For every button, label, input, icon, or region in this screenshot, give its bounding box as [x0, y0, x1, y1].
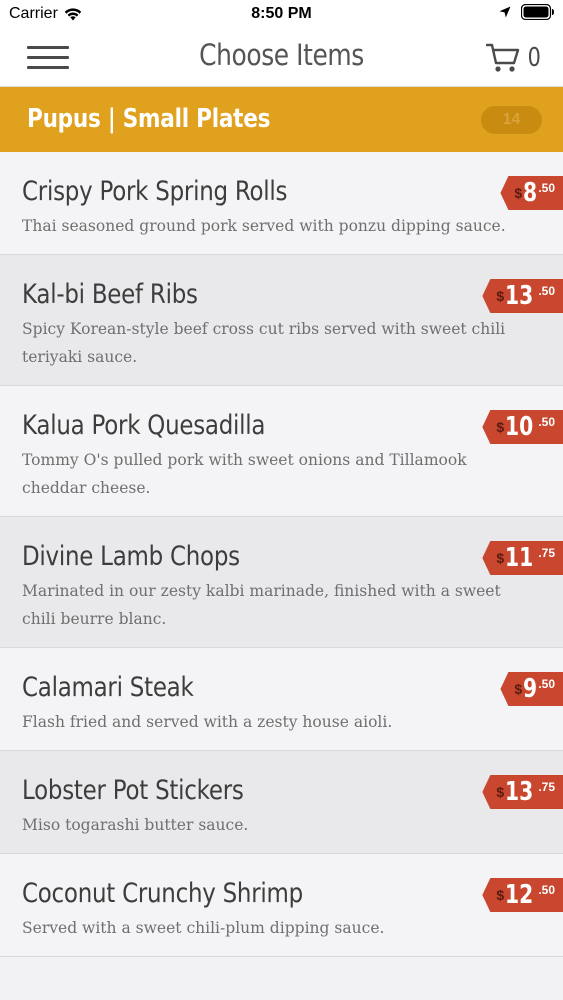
item-description: Miso togarashi butter sauce.: [22, 815, 249, 834]
price-tag: $ 13 .75: [482, 775, 563, 809]
price-cents: .50: [538, 284, 555, 298]
price-dollars: 10: [505, 412, 534, 442]
price-currency: $: [496, 419, 505, 435]
menu-item[interactable]: Calamari Steak Flash fried and served wi…: [0, 648, 563, 751]
price-tag: $ 10 .50: [482, 410, 563, 444]
status-bar: Carrier 8:50 PM: [0, 0, 563, 30]
item-description: Served with a sweet chili-plum dipping s…: [22, 918, 385, 937]
item-description: Tommy O's pulled pork with sweet onions …: [22, 450, 467, 497]
price-tag: $ 12 .50: [482, 878, 563, 912]
nav-bar: Choose Items 0: [0, 30, 563, 87]
price-currency: $: [514, 185, 523, 201]
item-name: Kalua Pork Quesadilla: [22, 410, 266, 441]
item-name: Crispy Pork Spring Rolls: [22, 176, 288, 207]
page-title: Choose Items: [199, 38, 364, 72]
category-count-badge: 14: [481, 106, 542, 134]
price-tag: $ 8 .50: [500, 176, 563, 210]
price-dollars: 8: [523, 178, 538, 208]
price-cents: .75: [538, 780, 555, 794]
price-cents: .50: [538, 677, 555, 691]
item-name: Divine Lamb Chops: [22, 541, 240, 572]
item-description: Marinated in our zesty kalbi marinade, f…: [22, 581, 501, 628]
item-name: Kal-bi Beef Ribs: [22, 279, 198, 310]
price-tag: $ 13 .50: [482, 279, 563, 313]
price-currency: $: [496, 550, 505, 566]
price-currency: $: [496, 887, 505, 903]
price-dollars: 11: [505, 543, 534, 573]
menu-item[interactable]: Kalua Pork Quesadilla Tommy O's pulled p…: [0, 386, 563, 517]
menu-item[interactable]: Lobster Pot Stickers Miso togarashi butt…: [0, 751, 563, 854]
price-currency: $: [496, 288, 505, 304]
location-arrow-icon: [499, 6, 511, 18]
cart-count: 0: [528, 43, 542, 73]
price-cents: .50: [538, 883, 555, 897]
category-name: Pupus | Small Plates: [27, 104, 271, 134]
price-cents: .75: [538, 546, 555, 560]
price-cents: .50: [538, 415, 555, 429]
price-currency: $: [514, 681, 523, 697]
price-dollars: 9: [523, 674, 538, 704]
item-description: Flash fried and served with a zesty hous…: [22, 712, 393, 731]
item-description: Spicy Korean-style beef cross cut ribs s…: [22, 319, 506, 366]
item-name: Lobster Pot Stickers: [22, 775, 244, 806]
price-tag: $ 9 .50: [500, 672, 563, 706]
menu-item[interactable]: Kal-bi Beef Ribs Spicy Korean-style beef…: [0, 255, 563, 386]
cart-icon: [486, 43, 520, 72]
price-dollars: 13: [505, 777, 534, 807]
price-currency: $: [496, 784, 505, 800]
cart-button[interactable]: 0: [486, 42, 543, 74]
price-dollars: 13: [505, 281, 534, 311]
price-tag: $ 11 .75: [482, 541, 563, 575]
item-name: Calamari Steak: [22, 672, 194, 703]
category-header[interactable]: Pupus | Small Plates 14: [0, 87, 563, 152]
price-cents: .50: [538, 181, 555, 195]
item-description: Thai seasoned ground pork served with po…: [22, 216, 506, 235]
menu-item[interactable]: Coconut Crunchy Shrimp Served with a swe…: [0, 854, 563, 957]
status-right-group: [499, 4, 555, 20]
battery-icon: [521, 4, 554, 20]
item-name: Coconut Crunchy Shrimp: [22, 878, 303, 909]
price-dollars: 12: [505, 880, 534, 910]
menu-item[interactable]: Crispy Pork Spring Rolls Thai seasoned g…: [0, 152, 563, 255]
menu-item[interactable]: Divine Lamb Chops Marinated in our zesty…: [0, 517, 563, 648]
status-time: 8:50 PM: [251, 5, 312, 22]
menu-item-list: Crispy Pork Spring Rolls Thai seasoned g…: [0, 152, 563, 957]
